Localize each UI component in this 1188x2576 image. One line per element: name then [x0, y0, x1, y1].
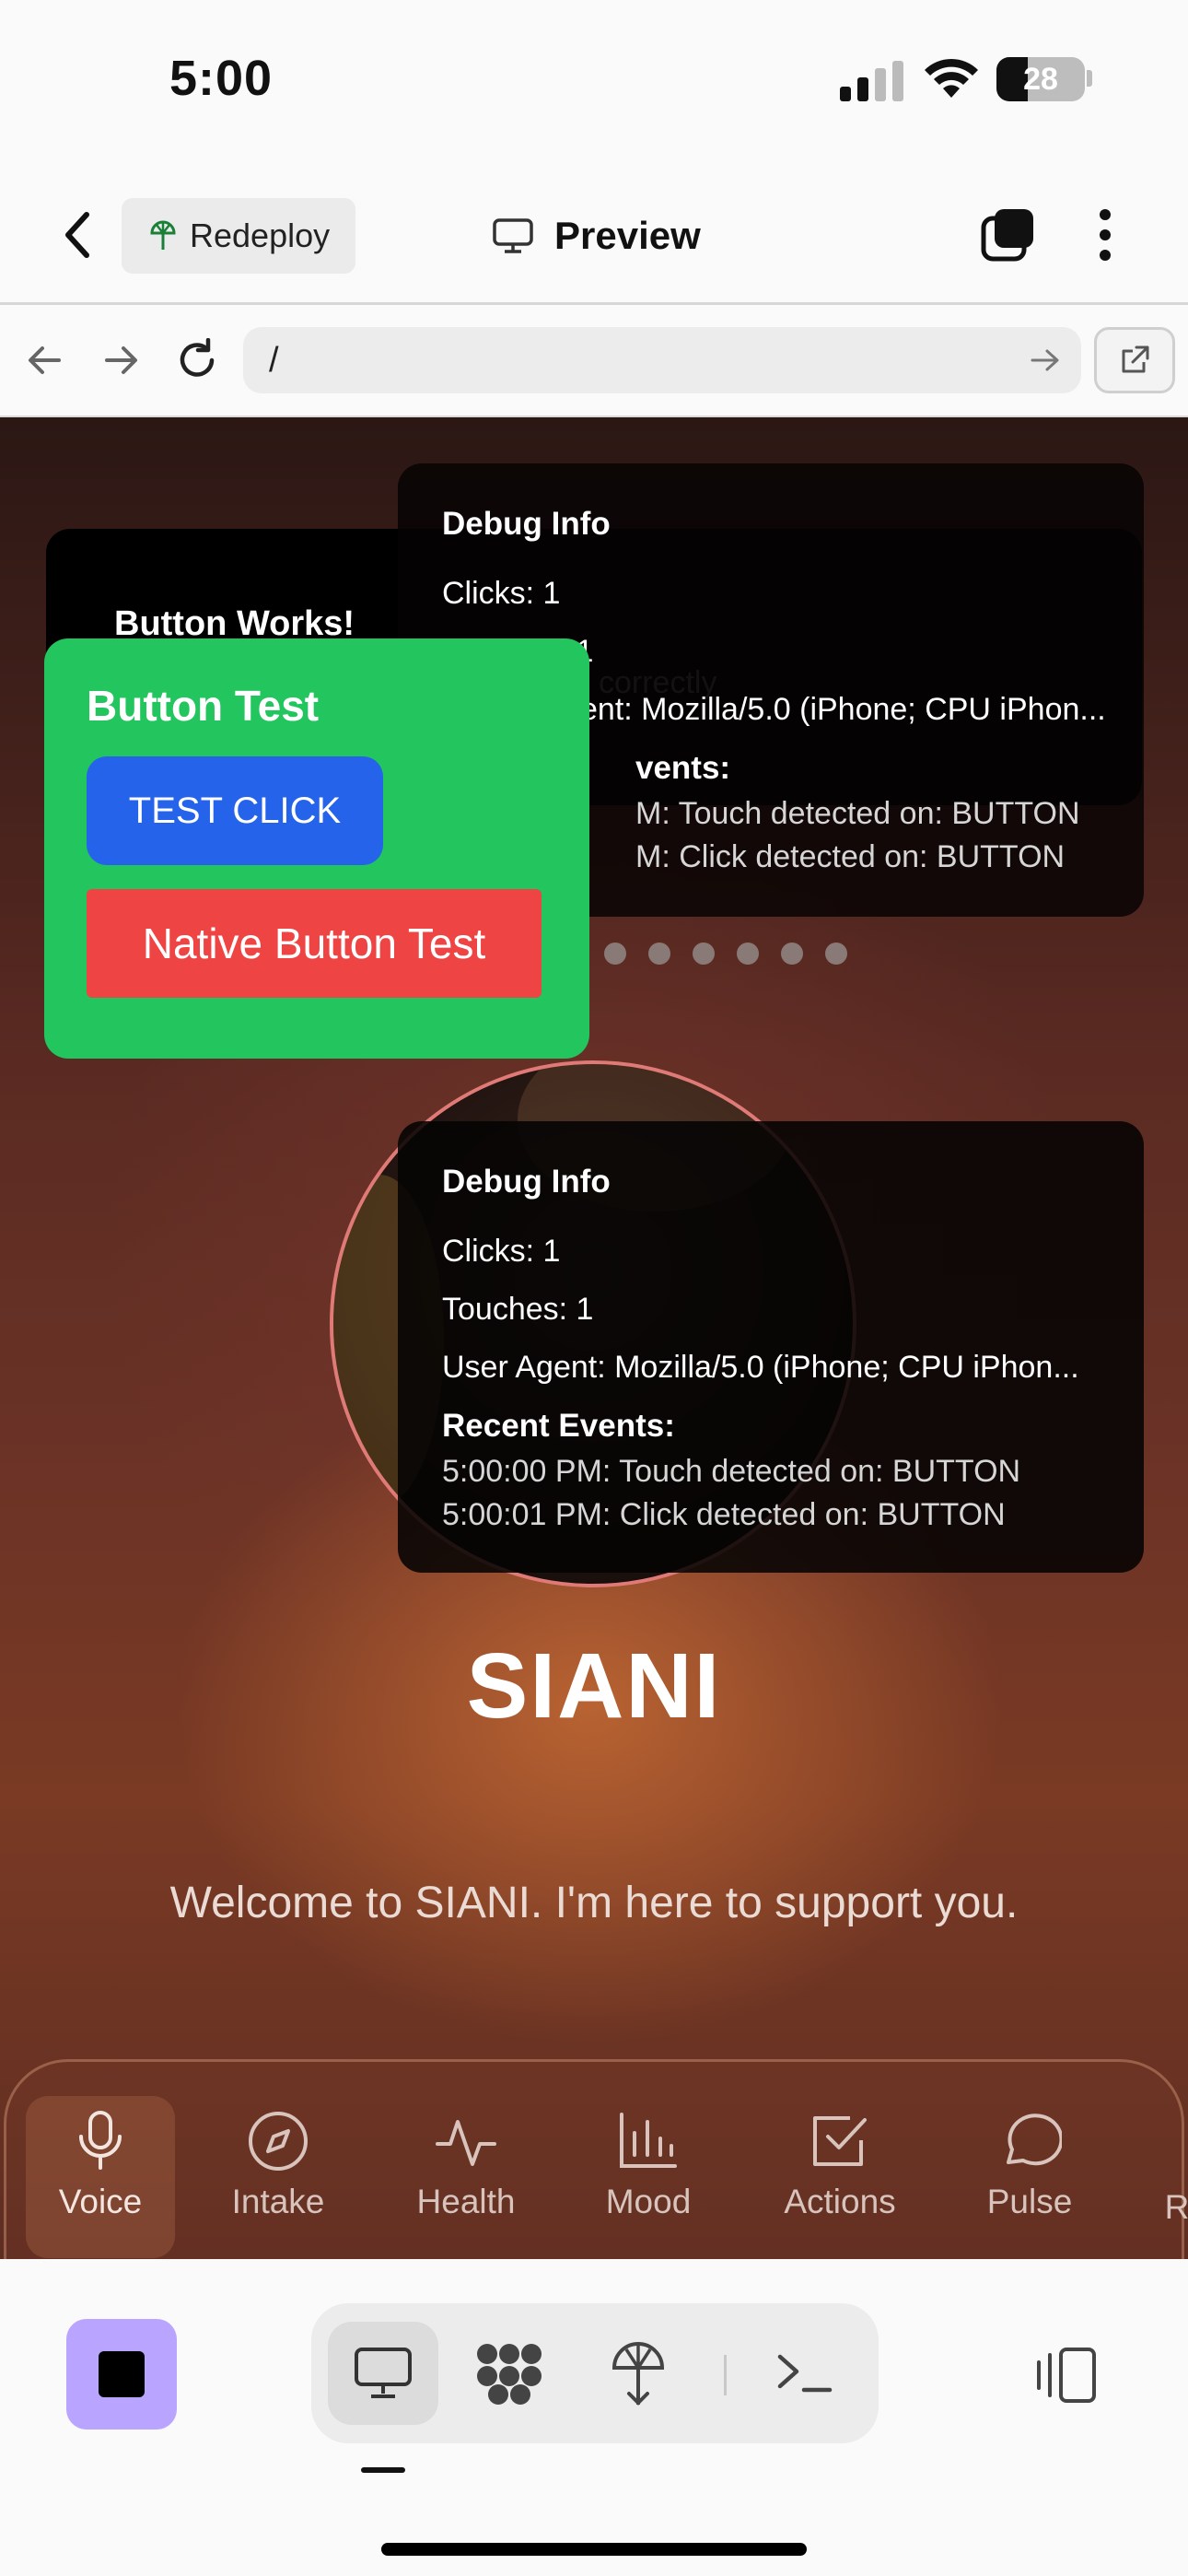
stop-icon	[99, 2351, 145, 2397]
carousel-dot[interactable]	[604, 943, 626, 965]
tabs-icon[interactable]	[978, 205, 1037, 264]
deploy-icon	[611, 2342, 665, 2406]
bar-chart-icon	[620, 2113, 677, 2168]
monitor-icon	[355, 2348, 412, 2398]
redeploy-label: Redeploy	[190, 217, 331, 254]
nav-item-intake[interactable]: Intake	[206, 2096, 350, 2258]
url-input[interactable]: /	[243, 327, 1081, 393]
carousel-dot[interactable]	[648, 943, 670, 965]
preview-title-text: Preview	[554, 214, 701, 257]
nav-item-actions[interactable]: Actions	[770, 2096, 910, 2258]
reload-icon[interactable]	[175, 338, 219, 382]
chat-bubble-icon	[1007, 2113, 1062, 2166]
nav-label: Pulse	[986, 2183, 1073, 2220]
status-bar: 5:00 28	[0, 0, 1188, 161]
carousel-dot[interactable]	[693, 943, 715, 965]
nav-item-health[interactable]: Health	[394, 2096, 538, 2258]
back-icon[interactable]	[59, 209, 96, 261]
device-toggle-icon[interactable]	[1030, 2346, 1100, 2405]
browser-forward-icon[interactable]	[103, 344, 140, 377]
app-header: Redeploy Preview	[0, 161, 1188, 305]
more-vertical-icon[interactable]	[1096, 207, 1114, 263]
preview-view-button[interactable]	[328, 2322, 438, 2425]
nav-item-voice[interactable]: Voice	[26, 2096, 175, 2258]
console-view-button[interactable]	[753, 2322, 855, 2425]
carousel-dot[interactable]	[825, 943, 847, 965]
browser-bar: /	[0, 305, 1188, 417]
debug-clicks: Clicks: 1	[442, 1234, 561, 1269]
nav-label: Voice	[58, 2183, 143, 2220]
nav-item-mood[interactable]: Mood	[577, 2096, 720, 2258]
workflow-view-button[interactable]	[459, 2322, 560, 2425]
external-link-icon	[1122, 345, 1149, 373]
signal-icon	[840, 61, 903, 101]
activity-icon	[436, 2120, 496, 2166]
battery-tip	[1087, 70, 1092, 87]
stop-button[interactable]	[66, 2319, 177, 2430]
debug-touches: Touches: 1	[442, 1292, 594, 1327]
carousel-dots[interactable]	[604, 943, 847, 965]
debug-recent-heading: vents:	[635, 750, 731, 786]
debug-title: Debug Info	[442, 1164, 611, 1200]
welcome-message: Welcome to SIANI. I'm here to support yo…	[169, 1879, 1019, 1927]
button-test-title: Button Test	[87, 682, 320, 730]
home-indicator	[381, 2543, 807, 2556]
nodes-icon	[477, 2344, 542, 2405]
url-text: /	[269, 341, 279, 380]
open-external-button[interactable]	[1094, 327, 1175, 393]
monitor-icon	[493, 218, 533, 253]
nav-label: Mood	[605, 2183, 692, 2220]
nav-label: R	[1164, 2188, 1188, 2226]
segment-divider	[724, 2355, 727, 2395]
bottom-toolbar	[0, 2259, 1188, 2576]
active-view-indicator	[361, 2467, 405, 2473]
terminal-icon	[777, 2354, 833, 2393]
debug-user-agent: User Agent: Mozilla/5.0 (iPhone; CPU iPh…	[442, 1350, 1079, 1385]
debug-user-agent: ent: Mozilla/5.0 (iPhone; CPU iPhon...	[580, 692, 1106, 727]
nav-item-pulse[interactable]: Pulse	[960, 2096, 1100, 2258]
compass-icon	[249, 2112, 308, 2171]
redeploy-button[interactable]: Redeploy	[122, 198, 355, 274]
preview-title: Preview	[492, 204, 701, 268]
deploy-view-button[interactable]	[588, 2322, 689, 2425]
nav-label: Health	[416, 2183, 516, 2220]
view-switcher	[311, 2303, 879, 2443]
test-click-button[interactable]: TEST CLICK	[87, 756, 383, 865]
debug-event: M: Touch detected on: BUTTON	[635, 796, 1080, 831]
browser-back-icon[interactable]	[26, 344, 63, 377]
status-time: 5:00	[169, 51, 274, 106]
check-square-icon	[813, 2116, 867, 2166]
carousel-dot[interactable]	[781, 943, 803, 965]
debug-event: 5:00:01 PM: Click detected on: BUTTON	[442, 1497, 1006, 1532]
nav-label: Actions	[784, 2183, 896, 2220]
debug-panel-bottom: Debug Info Clicks: 1 Touches: 1 User Age…	[398, 1121, 1144, 1573]
hero-title: SIANI	[466, 1634, 722, 1738]
web-content: Button Works! correctly Debug Info Click…	[0, 417, 1188, 2259]
debug-event: M: Click detected on: BUTTON	[635, 839, 1066, 874]
wifi-icon	[925, 58, 978, 98]
debug-event: 5:00:00 PM: Touch detected on: BUTTON	[442, 1454, 1021, 1489]
debug-clicks: Clicks: 1	[442, 576, 561, 611]
native-button-test[interactable]: Native Button Test	[87, 889, 542, 998]
redeploy-icon	[150, 220, 176, 250]
battery-level: 28	[1023, 62, 1058, 97]
debug-title: Debug Info	[442, 506, 611, 542]
nav-item-overflow[interactable]: R	[1159, 2096, 1188, 2258]
nav-label: Intake	[231, 2183, 325, 2220]
carousel-dot[interactable]	[737, 943, 759, 965]
mic-icon	[79, 2111, 122, 2170]
go-arrow-icon[interactable]	[1030, 347, 1061, 373]
debug-recent-heading: Recent Events:	[442, 1408, 675, 1444]
button-test-panel: Button Test TEST CLICK Native Button Tes…	[44, 638, 589, 1059]
battery-icon: 28	[996, 57, 1085, 101]
